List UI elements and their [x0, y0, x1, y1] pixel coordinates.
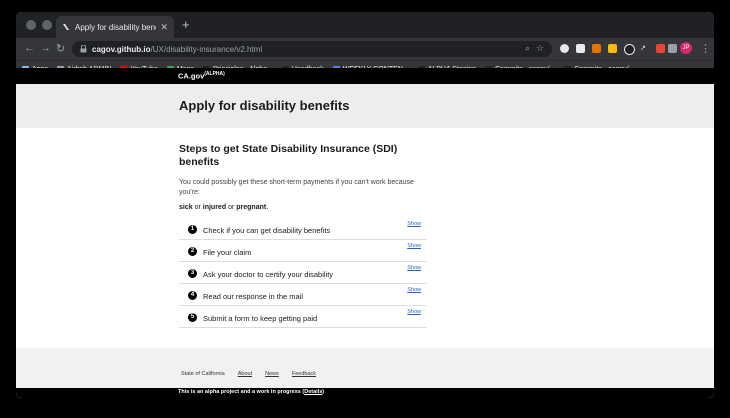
url-host: cagov.github.io	[92, 44, 151, 54]
condition-sick: sick	[179, 204, 193, 211]
arrow-extension-icon[interactable]: ↗	[640, 44, 649, 53]
step-number: 3	[188, 269, 197, 278]
red-extension-icon[interactable]	[656, 44, 665, 53]
step-title: Read our response in the mail	[203, 292, 304, 301]
page-title: Apply for disability benefits	[179, 98, 350, 113]
conjunction: or	[194, 204, 201, 211]
notes-extension-icon[interactable]	[608, 44, 617, 53]
back-icon[interactable]: ←	[24, 42, 35, 54]
step-title: Ask your doctor to certify your disabili…	[203, 270, 334, 279]
alpha-notice-close: )	[322, 389, 325, 395]
show-step-link[interactable]: Show	[407, 221, 421, 227]
details-link[interactable]: Details	[304, 389, 322, 395]
step-item[interactable]: 4 Read our response in the mail Show	[179, 284, 427, 306]
docs-extension-icon[interactable]	[576, 44, 585, 53]
menu-kebab-icon[interactable]: ⋮	[700, 42, 711, 55]
condition-injured: injured	[202, 204, 227, 211]
footer-links: State of California About News Feedback	[181, 371, 316, 377]
bookmark-star-icon[interactable]: ☆	[536, 43, 544, 54]
profile-avatar[interactable]: JP	[680, 42, 692, 54]
step-item[interactable]: 2 File your claim Show	[179, 240, 427, 262]
step-title: Submit a form to keep getting paid	[203, 314, 318, 323]
step-title: Check if you can get disability benefits	[203, 226, 331, 235]
minimize-window-button[interactable]	[42, 20, 52, 30]
tab-title: Apply for disability benefits - A	[75, 22, 156, 32]
browser-toolbar: ← → ↻ cagov.github.io/UX/disability-insu…	[16, 38, 714, 60]
footer-state: State of California	[181, 371, 225, 377]
show-step-link[interactable]: Show	[407, 243, 421, 249]
step-number: 2	[188, 247, 197, 256]
extension-icon[interactable]	[560, 44, 569, 53]
web-page: CA.gov(ALPHA) Apply for disability benef…	[16, 68, 714, 398]
browser-window: Apply for disability benefits - A ✕ + ← …	[16, 12, 714, 398]
section-title: Steps to get State Disability Insurance …	[179, 143, 398, 168]
condition-pregnant: pregnant	[236, 204, 267, 211]
forward-icon[interactable]: →	[40, 42, 51, 54]
steps-list: 1 Check if you can get disability benefit…	[179, 218, 427, 328]
step-title: File your claim	[203, 248, 252, 257]
dark-extension-icon[interactable]	[624, 44, 635, 55]
ca-gov-header: CA.gov(ALPHA)	[16, 68, 714, 84]
intro-text: You could possibly get these short-term …	[179, 179, 414, 196]
ca-gov-favicon-icon	[63, 24, 69, 30]
browser-tab[interactable]: Apply for disability benefits - A ✕	[56, 16, 174, 38]
step-item[interactable]: 3 Ask your doctor to certify your disabil…	[179, 262, 427, 284]
step-number: 4	[188, 291, 197, 300]
footer-link[interactable]: News	[265, 371, 279, 377]
close-window-button[interactable]	[26, 20, 36, 30]
page-header: Apply for disability benefits	[16, 84, 714, 128]
alpha-notice: This is an alpha project and a work in p…	[178, 389, 324, 395]
conjunction: or	[228, 204, 235, 211]
alpha-notice-text: This is an alpha project and a work in p…	[178, 389, 305, 395]
step-item[interactable]: 5 Submit a form to keep getting paid Show	[179, 306, 427, 328]
ruler-extension-icon[interactable]	[592, 44, 601, 53]
page-footer: State of California About News Feedback	[16, 348, 714, 388]
show-step-link[interactable]: Show	[407, 309, 421, 315]
reload-icon[interactable]: ↻	[56, 42, 65, 55]
lock-icon	[80, 45, 87, 53]
new-tab-icon[interactable]: +	[182, 17, 190, 32]
step-number: 1	[188, 225, 197, 234]
alpha-banner: This is an alpha project and a work in p…	[16, 388, 714, 398]
url-path: /UX/disability-insurance/v2.html	[150, 44, 263, 54]
ca-gov-logo-text: CA.gov	[178, 71, 205, 81]
url-text: cagov.github.io/UX/disability-insurance/…	[92, 45, 262, 54]
footer-link[interactable]: About	[238, 371, 252, 377]
ca-gov-logo[interactable]: CA.gov(ALPHA)	[178, 71, 225, 81]
close-tab-icon[interactable]: ✕	[160, 22, 168, 33]
footer-link[interactable]: Feedback	[292, 371, 316, 377]
period: .	[266, 204, 269, 211]
main-content: Steps to get State Disability Insurance …	[179, 143, 427, 328]
show-step-link[interactable]: Show	[407, 265, 421, 271]
camera-extension-icon[interactable]	[668, 44, 677, 53]
alpha-superscript: (ALPHA)	[204, 71, 225, 77]
step-number: 5	[188, 313, 197, 322]
address-bar[interactable]: cagov.github.io/UX/disability-insurance/…	[72, 41, 552, 57]
step-item[interactable]: 1 Check if you can get disability benefit…	[179, 218, 427, 240]
conditions-text: sick or injured or pregnant.	[179, 204, 427, 211]
zoom-icon[interactable]: ⌕	[525, 43, 530, 54]
tab-bar: Apply for disability benefits - A ✕ +	[16, 12, 714, 38]
show-step-link[interactable]: Show	[407, 287, 421, 293]
